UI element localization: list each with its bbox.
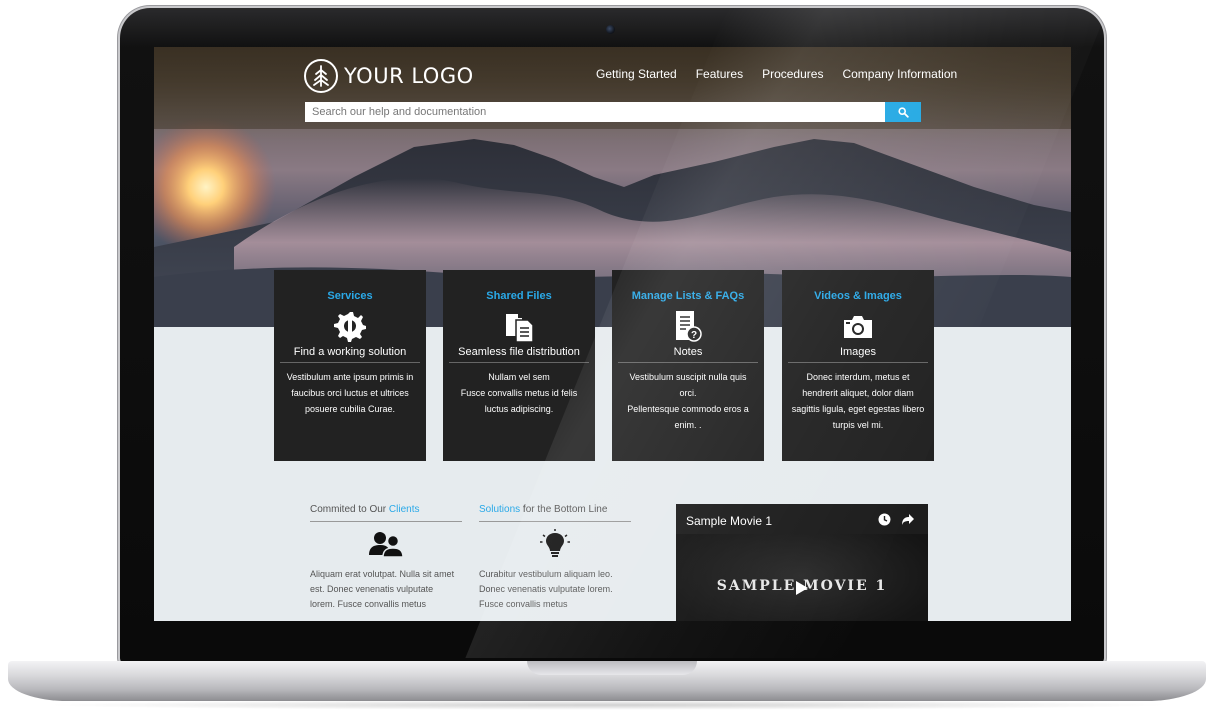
card-body-line: Vestibulum ante ipsum primis in: [286, 372, 414, 382]
screen: YOUR LOGO Getting Started Features Proce…: [154, 47, 1071, 621]
nav-getting-started[interactable]: Getting Started: [596, 67, 677, 81]
column-body: Aliquam erat volutpat. Nulla sit amet es…: [310, 567, 462, 612]
files-icon: [502, 309, 536, 343]
column-solutions: Solutions for the Bottom Line Curabitur …: [479, 504, 631, 612]
wrench-gear-icon: [333, 309, 367, 343]
card-manage-lists[interactable]: Manage Lists & FAQs ? Notes Vestibulum s…: [612, 270, 764, 461]
laptop-shadow: [40, 700, 1174, 710]
logo[interactable]: YOUR LOGO: [304, 59, 474, 93]
card-services[interactable]: Services Find a working solution Vestibu…: [274, 270, 426, 461]
nav-company-information[interactable]: Company Information: [842, 67, 957, 81]
card-body-line: luctus adipiscing.: [484, 404, 554, 414]
card-body-line: posuere cubilia Curae.: [304, 404, 396, 414]
column-body-line: Fusce convallis metus: [479, 599, 568, 609]
card-body: Donec interdum, metus et hendrerit aliqu…: [790, 369, 926, 433]
card-shared-files[interactable]: Shared Files Seamless file distribution …: [443, 270, 595, 461]
search-icon: [897, 106, 909, 118]
column-clients: Commited to Our Clients Aliquam erat vol…: [310, 504, 462, 612]
lightbulb-icon: [537, 529, 573, 559]
share-icon[interactable]: [901, 513, 915, 531]
webcam: [606, 25, 615, 34]
search-bar: [305, 102, 921, 122]
card-body-line: Fusce convallis metus id felis: [460, 388, 578, 398]
video-title[interactable]: Sample Movie 1: [686, 514, 772, 528]
card-body-line: Vestibulum suscipit nulla quis: [629, 372, 747, 382]
users-icon: [368, 529, 404, 559]
card-title[interactable]: Shared Files: [443, 290, 595, 302]
column-title: Commited to Our Clients: [310, 504, 462, 522]
laptop-base-notch: [527, 661, 697, 675]
column-title: Solutions for the Bottom Line: [479, 504, 631, 522]
column-body-line: est. Donec venenatis vulputate: [310, 584, 434, 594]
column-body-line: Donec venenatis vulputate lorem.: [479, 584, 613, 594]
card-title[interactable]: Videos & Images: [782, 290, 934, 302]
column-body-line: Curabitur vestibulum aliquam leo.: [479, 569, 613, 579]
logo-text: YOUR LOGO: [344, 64, 474, 88]
main-nav: Getting Started Features Procedures Comp…: [596, 67, 957, 81]
card-subtitle: Seamless file distribution: [449, 346, 589, 363]
nav-procedures[interactable]: Procedures: [762, 67, 823, 81]
card-videos-images[interactable]: Videos & Images Images Donec interdum, m…: [782, 270, 934, 461]
card-body-line: turpis vel mi.: [832, 420, 884, 430]
card-subtitle: Find a working solution: [280, 346, 420, 363]
card-body-line: faucibus orci luctus et ultrices: [291, 388, 409, 398]
svg-text:?: ?: [691, 330, 697, 341]
column-title-prefix: Commited to Our: [310, 504, 389, 515]
card-body-line: hendrerit aliquet, dolor diam: [802, 388, 914, 398]
card-body: Vestibulum ante ipsum primis in faucibus…: [282, 369, 418, 417]
column-body: Curabitur vestibulum aliquam leo. Donec …: [479, 567, 631, 612]
column-title-highlight[interactable]: Clients: [389, 504, 420, 515]
column-body-line: Aliquam erat volutpat. Nulla sit amet: [310, 569, 455, 579]
column-title-suffix: for the Bottom Line: [520, 504, 608, 515]
card-subtitle: Notes: [618, 346, 758, 363]
card-title[interactable]: Services: [274, 290, 426, 302]
card-body-line: Nullam vel sem: [488, 372, 550, 382]
card-body-line: Pellentesque commodo eros a: [627, 404, 749, 414]
card-body: Vestibulum suscipit nulla quis orci. Pel…: [620, 369, 756, 433]
video-player[interactable]: Sample Movie 1 SAMPLE MOVIE 1: [676, 504, 928, 621]
tree-logo-icon: [304, 59, 338, 93]
list-question-icon: ?: [671, 309, 705, 343]
card-body-line: orci.: [679, 388, 697, 398]
card-body-line: Donec interdum, metus et: [806, 372, 910, 382]
card-subtitle: Images: [788, 346, 928, 363]
nav-features[interactable]: Features: [696, 67, 743, 81]
camera-icon: [841, 309, 875, 343]
card-body: Nullam vel sem Fusce convallis metus id …: [451, 369, 587, 417]
play-icon[interactable]: [790, 578, 814, 598]
card-body-line: enim. .: [674, 420, 702, 430]
clock-icon[interactable]: [878, 513, 891, 531]
column-title-highlight[interactable]: Solutions: [479, 504, 520, 515]
search-input[interactable]: [305, 102, 885, 122]
column-body-line: lorem. Fusce convallis metus: [310, 599, 427, 609]
search-button[interactable]: [885, 102, 921, 122]
card-title[interactable]: Manage Lists & FAQs: [612, 290, 764, 302]
card-body-line: sagittis ligula, eget egestas libero: [791, 404, 925, 414]
